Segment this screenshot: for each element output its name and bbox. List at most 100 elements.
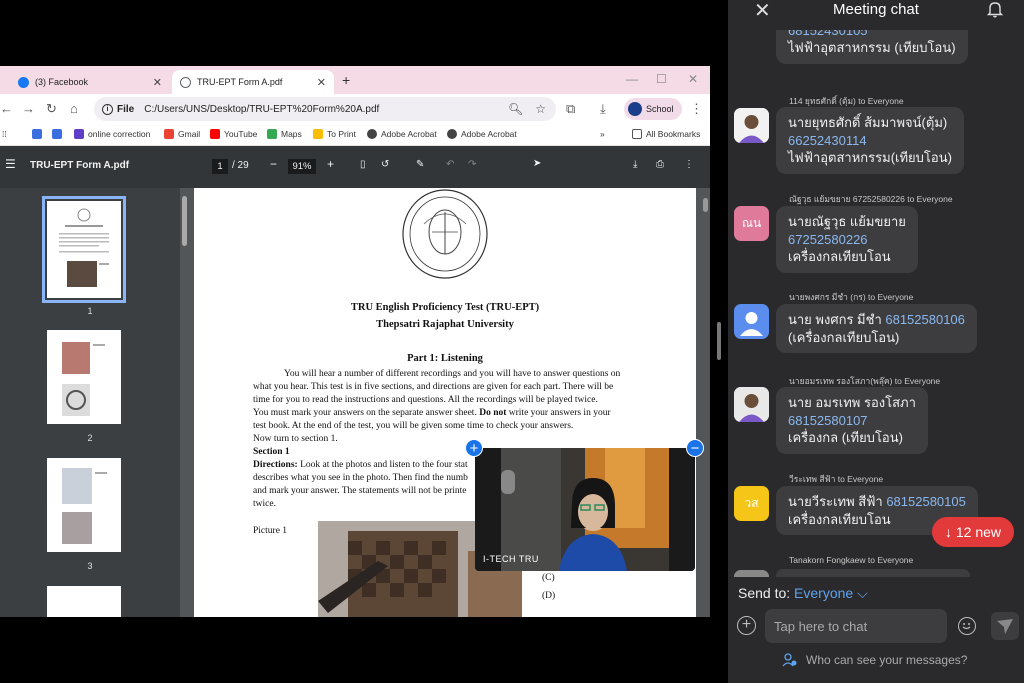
fit-page-icon[interactable]: ▯ <box>360 159 366 170</box>
all-bookmarks[interactable]: All Bookmarks <box>632 129 700 139</box>
thumbnail-preview <box>62 468 107 544</box>
cursor-icon: ➤ <box>533 158 542 169</box>
emoji-icon[interactable] <box>958 617 976 635</box>
thumbnail-preview <box>62 342 105 416</box>
part-heading: Part 1: Listening <box>407 353 483 364</box>
bookmark-maps[interactable]: Maps <box>267 129 302 139</box>
rotate-icon[interactable]: ↺ <box>381 159 389 170</box>
message-line: นายยุทธศักดิ์ ส้มมาพจน์(ตุ้ม) <box>788 114 952 132</box>
message-text: ไฟฟ้าอุตสาหกรรม(เทียบโอน) <box>788 150 952 165</box>
avatar[interactable] <box>734 108 769 143</box>
message-line: เครื่องกล (เทียบโอน) <box>788 429 916 447</box>
print-icon[interactable]: ⎙ <box>656 159 664 170</box>
bookmark-label: Gmail <box>178 129 201 139</box>
bookmark-icon-2[interactable] <box>52 129 66 139</box>
bookmark-youtube[interactable]: YouTube <box>210 129 257 139</box>
download-icon[interactable]: ⤓ <box>633 159 637 170</box>
home-icon[interactable]: ⌂ <box>70 101 78 116</box>
extensions-icon[interactable]: ⧉ <box>566 101 575 117</box>
message-text: (เครื่องกลเทียบโอน) <box>788 329 900 345</box>
draw-icon[interactable]: ✎ <box>416 159 424 170</box>
send-to-selector[interactable]: Send to: Everyone ⌵ <box>738 585 868 602</box>
close-icon[interactable]: ✕ <box>153 76 162 89</box>
screen-scrollbar[interactable] <box>717 322 721 360</box>
privacy-link[interactable]: Who can see your messages? <box>782 653 967 667</box>
maximize-icon[interactable]: ☐ <box>656 72 667 86</box>
message-bubble[interactable]: นาย อมรเทพ รองโสภา 68152580107 เครื่องกล (… <box>776 387 928 454</box>
message-sender: 114 ยุทธศักดิ์ (ตุ้ม) to Everyone <box>789 96 904 106</box>
zoom-icon[interactable]: 🔍︎ <box>508 102 523 116</box>
expand-video-button[interactable]: + <box>465 439 483 457</box>
reload-icon[interactable]: ↻ <box>46 101 57 117</box>
zoom-level[interactable]: 91% <box>288 159 316 174</box>
site-info-chip[interactable]: i File <box>102 103 135 115</box>
participant-video[interactable]: I-TECH TRU <box>475 448 695 571</box>
message-sender: นายพงศกร มีชำ (กร) to Everyone <box>789 292 914 302</box>
zoom-in-icon[interactable]: + <box>327 157 334 171</box>
message-bubble[interactable]: นายณัฐวุธ แย้มขยาย 67252580226 เครื่องกลเท… <box>776 206 918 273</box>
menu-icon[interactable]: ☰ <box>5 157 16 171</box>
pdf-scrollbar[interactable] <box>703 198 708 212</box>
bookmark-online-correction[interactable]: online correction <box>74 129 150 139</box>
sidebar-scrollbar[interactable] <box>182 196 187 246</box>
avatar <box>628 102 642 116</box>
tab-pdf[interactable]: TRU-EPT Form A.pdf ✕ <box>172 70 334 94</box>
star-icon[interactable]: ☆ <box>535 102 546 116</box>
url-bar[interactable]: i File C:/Users/UNS/Desktop/TRU-EPT%20For… <box>94 97 556 121</box>
new-messages-button[interactable]: ↓ 12 new <box>932 517 1014 547</box>
message-line: เครื่องกลเทียบโอน <box>788 248 906 266</box>
plus-icon[interactable]: + <box>737 616 756 635</box>
bookmark-gmail[interactable]: Gmail <box>164 129 200 139</box>
message-text: ไฟฟ้าอุตสาหกรรม (เทียบโอน) <box>788 40 956 55</box>
page-thumbnail-4[interactable] <box>47 586 121 617</box>
meeting-chat-panel: ✕ Meeting chat นาย ชุติพุทธิ พันธุ์68152… <box>728 0 1024 683</box>
avatar[interactable] <box>734 304 769 339</box>
page-number-input[interactable]: 1 <box>212 159 228 174</box>
more-bookmarks-icon[interactable]: » <box>600 129 605 139</box>
more-icon[interactable]: ⋮ <box>684 159 694 170</box>
redo-icon[interactable]: ↷ <box>468 159 476 170</box>
close-icon[interactable]: ✕ <box>317 76 326 89</box>
bookmark-icon-1[interactable] <box>32 129 46 139</box>
back-icon[interactable]: ← <box>0 101 13 116</box>
download-icon[interactable]: ⤓ <box>600 101 606 117</box>
profile-button[interactable]: School <box>624 98 682 120</box>
tab-label: (3) Facebook <box>35 77 89 87</box>
avatar[interactable]: วส <box>734 486 769 521</box>
person-icon <box>782 653 797 667</box>
avatar[interactable]: ณน <box>734 206 769 241</box>
bookmark-label: To Print <box>327 129 356 139</box>
tab-facebook[interactable]: (3) Facebook ✕ <box>10 70 170 94</box>
page-thumbnail-1[interactable] <box>42 196 126 303</box>
send-button[interactable] <box>991 612 1019 640</box>
message-bubble[interactable]: นาย พงศกร มีชำ 68152580106 (เครื่องกลเทีย… <box>776 304 977 353</box>
bookmark-label: YouTube <box>224 129 258 139</box>
zoom-out-icon[interactable]: − <box>270 157 277 171</box>
new-tab-icon[interactable]: + <box>342 72 350 88</box>
minimize-icon[interactable]: — <box>626 72 638 86</box>
close-window-icon[interactable]: ✕ <box>688 72 698 86</box>
paragraph-line: what you hear. This test is in five sect… <box>253 382 614 392</box>
message-bubble[interactable]: นายยุทธศักดิ์ ส้มมาพจน์(ตุ้ม) 66252430114… <box>776 107 964 174</box>
paragraph-line: You will hear a number of different reco… <box>284 369 621 379</box>
bell-icon[interactable] <box>986 0 1004 18</box>
undo-icon[interactable]: ↶ <box>446 159 454 170</box>
message-line: (เครื่องกลเทียบโอน) <box>788 329 965 347</box>
bookmark-adobe-2[interactable]: Adobe Acrobat <box>447 129 517 139</box>
menu-icon[interactable]: ⋮ <box>690 101 703 117</box>
bookmark-adobe-1[interactable]: Adobe Acrobat <box>367 129 437 139</box>
forward-icon[interactable]: → <box>22 101 35 116</box>
minimize-video-button[interactable]: − <box>686 439 704 457</box>
bookmark-to-print[interactable]: To Print <box>313 129 356 139</box>
message-text: นายณัฐวุธ แย้มขยาย <box>788 214 906 229</box>
avatar[interactable] <box>734 387 769 422</box>
thumbnail-number: 2 <box>87 433 93 443</box>
page-thumbnail-2[interactable] <box>47 330 121 424</box>
chat-header: ✕ Meeting chat <box>728 0 1024 30</box>
page-thumbnail-3[interactable] <box>47 458 121 552</box>
chat-input[interactable]: Tap here to chat <box>765 609 947 643</box>
apps-icon[interactable]: ⁞⁞ <box>2 129 7 139</box>
site-info-label: File <box>117 103 135 115</box>
message-text: นายวีระเทพ สีฟ้า <box>788 494 887 509</box>
option-c: (C) <box>542 573 555 583</box>
